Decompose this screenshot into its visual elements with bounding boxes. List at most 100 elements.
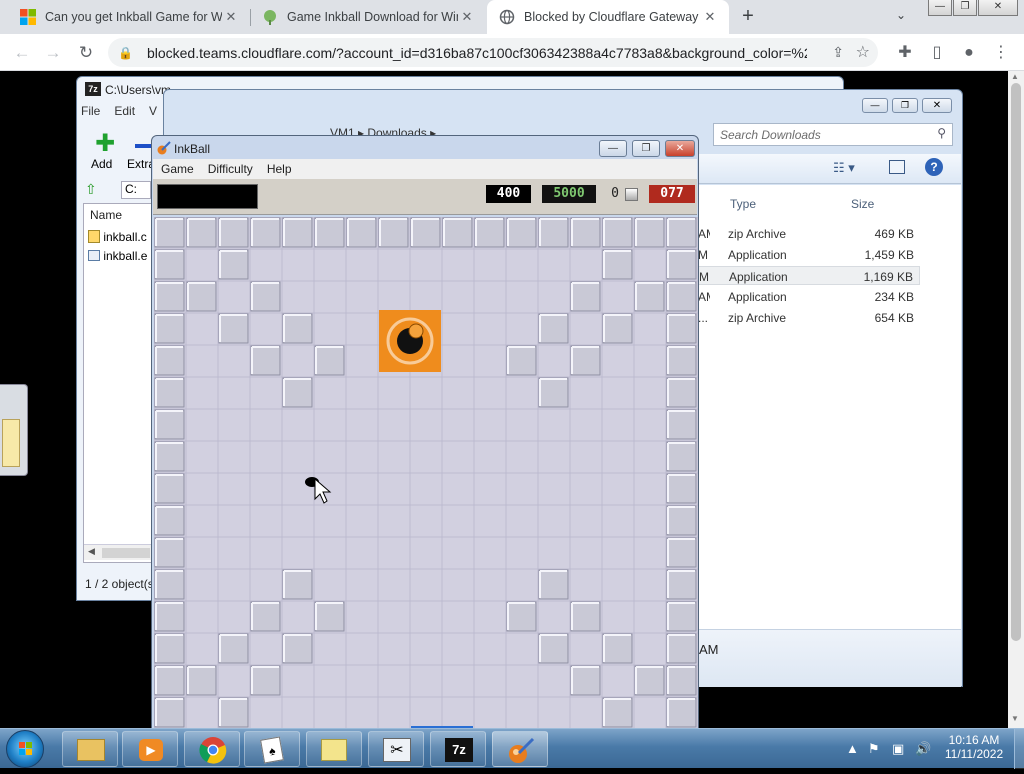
column-size-header[interactable]: Size [851, 197, 874, 211]
new-tab-button[interactable]: + [737, 5, 759, 27]
file-row[interactable]: AM zip Archive 469 KB [698, 224, 920, 243]
close-icon[interactable]: ✕ [222, 9, 240, 25]
notepad-window-edge[interactable] [0, 384, 28, 476]
more-menu-icon[interactable]: ⋮ [990, 42, 1012, 64]
wall-block [154, 409, 185, 440]
menu-view[interactable]: V [149, 104, 157, 118]
wall-block [666, 697, 697, 728]
start-button-icon[interactable] [6, 730, 44, 768]
tray-expand-icon[interactable]: ▲ [846, 741, 859, 756]
minimize-button[interactable]: — [928, 0, 952, 16]
wall-block [218, 313, 249, 344]
game-board[interactable] [154, 217, 698, 728]
7zip-file-list[interactable]: Name inkball.c inkball.e ◀ [83, 203, 153, 563]
path-field[interactable]: C: [121, 181, 151, 199]
add-button[interactable]: Add [91, 157, 112, 171]
close-button[interactable]: ✕ [922, 98, 952, 113]
wall-block [634, 217, 665, 248]
file-date-fragment: M [698, 248, 708, 262]
tab-inkball-download[interactable]: Game Inkball Download for Wind ✕ [250, 0, 486, 34]
browser-tabstrip: Can you get Inkball Game for Wi ✕ Game I… [0, 0, 1024, 34]
tab-cloudflare-blocked[interactable]: Blocked by Cloudflare Gateway ✕ [487, 0, 729, 34]
extensions-puzzle-icon[interactable]: ✚ [894, 42, 916, 64]
7zip-taskbar-button[interactable]: 7z [430, 731, 486, 767]
page-vertical-scrollbar[interactable]: ▲ ▼ [1008, 71, 1024, 728]
file-date-fragment: AM [698, 227, 710, 241]
network-icon[interactable]: ▣ [892, 741, 904, 757]
search-icon[interactable]: ⚲ [937, 126, 946, 140]
media-player-icon: ▶ [139, 739, 163, 761]
chrome-icon [199, 737, 227, 764]
close-icon[interactable]: ✕ [458, 9, 476, 25]
file-row-selected[interactable]: M Application 1,169 KB [698, 266, 920, 285]
explorer-taskbar-button[interactable] [62, 731, 118, 767]
wall-block [602, 249, 633, 280]
chrome-taskbar-button[interactable] [184, 731, 240, 767]
minimize-button[interactable]: — [599, 140, 627, 157]
column-type-header[interactable]: Type [730, 197, 756, 211]
restore-button[interactable]: ❐ [953, 0, 977, 16]
horizontal-scrollbar[interactable]: ◀ [84, 544, 152, 560]
file-row[interactable]: M Application 1,459 KB [698, 245, 920, 264]
close-icon[interactable]: ✕ [701, 9, 719, 25]
close-button[interactable]: ✕ [665, 140, 695, 157]
snipping-tool-taskbar-button[interactable]: ✂ [368, 731, 424, 767]
wall-block [506, 601, 537, 632]
help-icon[interactable]: ? [925, 158, 943, 176]
tab-inkball-question[interactable]: Can you get Inkball Game for Wi ✕ [8, 0, 250, 34]
scroll-thumb[interactable] [102, 548, 150, 558]
folder-up-icon[interactable]: ⇧ [85, 181, 105, 199]
forward-button[interactable]: → [41, 41, 65, 65]
search-input[interactable]: Search Downloads ⚲ [713, 123, 953, 146]
reload-button[interactable]: ↻ [74, 41, 98, 65]
system-clock[interactable]: 10:16 AM 11/11/2022 [943, 733, 1005, 761]
volume-icon[interactable]: 🔊 [915, 741, 931, 757]
file-date-fragment: M [699, 270, 709, 284]
sticky-notes-taskbar-button[interactable] [306, 731, 362, 767]
list-item[interactable]: inkball.e [88, 249, 147, 263]
scroll-thumb[interactable] [1011, 83, 1021, 641]
bookmark-star-icon[interactable]: ☆ [856, 42, 870, 62]
wall-block [666, 473, 697, 504]
url-text[interactable]: blocked.teams.cloudflare.com/?account_id… [147, 45, 807, 61]
media-player-taskbar-button[interactable]: ▶ [122, 731, 178, 767]
solitaire-taskbar-button[interactable]: ♠ [244, 731, 300, 767]
scroll-left-icon[interactable]: ◀ [88, 546, 95, 557]
preview-pane-icon[interactable] [889, 160, 905, 174]
lock-icon[interactable]: 🔒 [118, 46, 133, 60]
minimize-button[interactable]: — [862, 98, 888, 113]
scroll-down-icon[interactable]: ▼ [1011, 714, 1019, 723]
inkball-taskbar-button[interactable] [492, 731, 548, 767]
view-options-icon[interactable]: ☷ ▾ [833, 160, 855, 176]
list-item[interactable]: inkball.c [88, 230, 147, 244]
profile-avatar-icon[interactable]: ● [958, 42, 980, 64]
list-item-label: inkball.c [103, 230, 147, 244]
close-button[interactable]: ✕ [978, 0, 1018, 16]
restore-button[interactable]: ❐ [892, 98, 918, 113]
address-bar[interactable]: 🔒 blocked.teams.cloudflare.com/?account_… [108, 38, 878, 67]
add-plus-icon[interactable]: ✚ [95, 132, 115, 156]
wall-block [186, 665, 217, 696]
list-item-label: inkball.e [103, 249, 148, 263]
action-center-icon[interactable]: ⚑ [868, 741, 880, 757]
menu-file[interactable]: File [81, 104, 100, 118]
column-name-header[interactable]: Name [90, 208, 122, 222]
back-button[interactable]: ← [10, 41, 34, 65]
menu-game[interactable]: Game [161, 162, 194, 179]
browser-toolbar: ← → ↻ 🔒 blocked.teams.cloudflare.com/?ac… [0, 34, 1024, 71]
menu-difficulty[interactable]: Difficulty [208, 162, 253, 179]
menu-help[interactable]: Help [267, 162, 292, 179]
share-icon[interactable]: ⇪ [832, 44, 844, 61]
file-row[interactable]: ... zip Archive 654 KB [698, 308, 920, 327]
menu-edit[interactable]: Edit [114, 104, 135, 118]
wall-block [218, 697, 249, 728]
side-panel-icon[interactable]: ▯ [926, 42, 948, 64]
file-size: 654 KB [874, 311, 914, 325]
maximize-button[interactable]: ❐ [632, 140, 660, 157]
scroll-up-icon[interactable]: ▲ [1011, 72, 1019, 81]
wall-block [666, 569, 697, 600]
tab-search-button[interactable]: ⌄ [896, 8, 906, 22]
file-row[interactable]: AM Application 234 KB [698, 287, 920, 306]
inkball-window[interactable]: InkBall — ❐ ✕ Game Difficulty Help 400 5… [151, 135, 699, 728]
show-desktop-button[interactable] [1014, 729, 1024, 769]
